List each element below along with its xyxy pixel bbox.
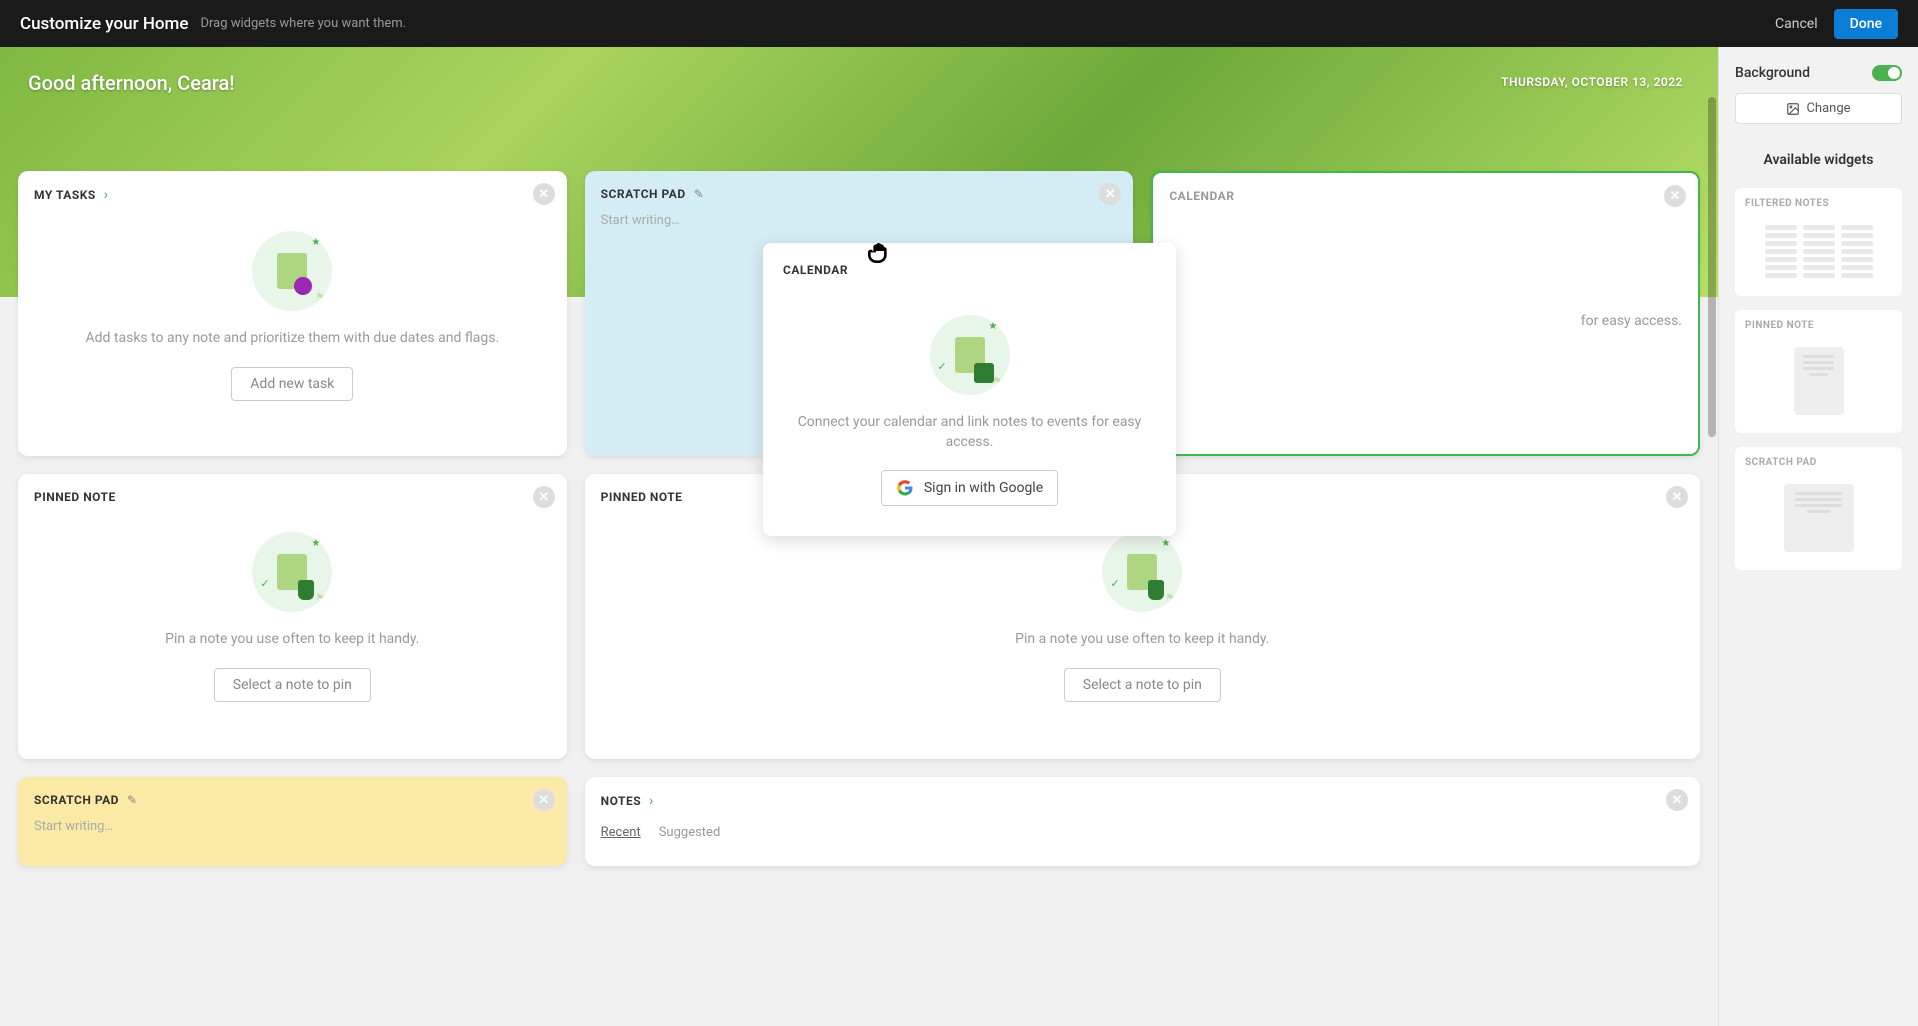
available-widget-scratch-pad[interactable]: SCRATCH PAD	[1735, 447, 1902, 570]
available-widget-pinned-note[interactable]: PINNED NOTE	[1735, 310, 1902, 433]
calendar-widget-placeholder[interactable]: CALENDAR ✕ for easy access.	[1151, 171, 1700, 456]
customize-title: Customize your Home	[20, 14, 188, 34]
content-area: Good afternoon, Ceara! THURSDAY, OCTOBER…	[0, 47, 1718, 1026]
chevron-right-icon[interactable]: ›	[649, 793, 653, 809]
widget-body: ★⚑ Add tasks to any note and prioritize …	[34, 211, 551, 411]
select-note-button[interactable]: Select a note to pin	[1064, 668, 1221, 702]
available-widgets-title: Available widgets	[1735, 152, 1902, 168]
pinned-desc: Pin a note you use often to keep it hand…	[165, 630, 419, 650]
remove-widget-button[interactable]: ✕	[1666, 486, 1688, 508]
background-toggle[interactable]	[1872, 65, 1902, 81]
pinned-illustration: ★✓⚑	[1102, 532, 1182, 612]
preview-icon	[1745, 476, 1892, 560]
widget-header: SCRATCH PAD ✎	[34, 793, 551, 807]
my-tasks-title: MY TASKS	[34, 188, 96, 202]
widget-body: ★✓⚑ Pin a note you use often to keep it …	[601, 512, 1684, 712]
add-new-task-button[interactable]: Add new task	[231, 367, 353, 401]
main-wrap: Good afternoon, Ceara! THURSDAY, OCTOBER…	[0, 47, 1918, 1026]
avail-label: SCRATCH PAD	[1745, 457, 1892, 468]
widget-body: ★✓⚑ Pin a note you use often to keep it …	[34, 512, 551, 712]
avail-label: PINNED NOTE	[1745, 320, 1892, 331]
close-icon: ✕	[1105, 187, 1116, 202]
scratch-pad-placeholder[interactable]: Start writing…	[34, 815, 551, 838]
widget-header: SCRATCH PAD ✎	[601, 187, 1118, 201]
close-icon: ✕	[1672, 793, 1683, 808]
background-label: Background	[1735, 65, 1810, 81]
preview-icon	[1745, 217, 1892, 286]
google-icon	[896, 479, 914, 497]
notes-widget[interactable]: NOTES › ✕ Recent Suggested	[585, 777, 1700, 866]
widget-header: CALENDAR	[1169, 189, 1682, 203]
topbar: Customize your Home Drag widgets where y…	[0, 0, 1918, 47]
close-icon: ✕	[1672, 490, 1683, 505]
close-icon: ✕	[1670, 189, 1681, 204]
customize-subtitle: Drag widgets where you want them.	[200, 16, 406, 31]
change-label: Change	[1806, 101, 1850, 116]
pencil-icon[interactable]: ✎	[694, 187, 704, 201]
grab-cursor-icon	[864, 235, 896, 274]
available-widget-filtered-notes[interactable]: FILTERED NOTES	[1735, 188, 1902, 296]
calendar-title: CALENDAR	[783, 263, 848, 277]
remove-widget-button[interactable]: ✕	[1666, 789, 1688, 811]
side-panel: Background Change Available widgets FILT…	[1718, 47, 1918, 1026]
close-icon: ✕	[538, 490, 549, 505]
remove-widget-button[interactable]: ✕	[533, 183, 555, 205]
pencil-icon[interactable]: ✎	[127, 793, 137, 807]
my-tasks-desc: Add tasks to any note and prioritize the…	[86, 329, 500, 349]
pinned-illustration: ★✓⚑	[252, 532, 332, 612]
pinned-desc: Pin a note you use often to keep it hand…	[1015, 630, 1269, 650]
close-icon: ✕	[538, 187, 549, 202]
calendar-desc: Connect your calendar and link notes to …	[793, 413, 1146, 452]
widget-header: PINNED NOTE	[34, 490, 551, 504]
notes-tabs: Recent Suggested	[601, 817, 1684, 850]
remove-widget-button[interactable]: ✕	[1099, 183, 1121, 205]
done-button[interactable]: Done	[1834, 9, 1898, 39]
widget-header: CALENDAR	[783, 263, 1156, 277]
image-icon	[1786, 102, 1800, 116]
widget-header: MY TASKS ›	[34, 187, 551, 203]
scratch-pad-widget-2[interactable]: SCRATCH PAD ✎ ✕ Start writing…	[18, 777, 567, 866]
scratch-pad-title: SCRATCH PAD	[601, 187, 686, 201]
pinned-note-widget[interactable]: PINNED NOTE ✕ ★✓⚑ Pin a note you use oft…	[18, 474, 567, 759]
avail-label: FILTERED NOTES	[1745, 198, 1892, 209]
widget-body: ★✓⚑ Connect your calendar and link notes…	[783, 285, 1156, 516]
preview-icon	[1745, 339, 1892, 423]
widget-header: NOTES ›	[601, 793, 1684, 809]
cancel-button[interactable]: Cancel	[1775, 16, 1818, 32]
notes-title: NOTES	[601, 794, 641, 808]
remove-widget-button[interactable]: ✕	[533, 486, 555, 508]
topbar-right: Cancel Done	[1775, 9, 1898, 39]
tab-recent[interactable]: Recent	[601, 825, 641, 840]
google-button-label: Sign in with Google	[924, 480, 1043, 496]
sign-in-google-button[interactable]: Sign in with Google	[881, 470, 1058, 506]
select-note-button[interactable]: Select a note to pin	[214, 668, 371, 702]
calendar-widget-dragging[interactable]: CALENDAR ★✓⚑ Connect your calendar and l…	[763, 243, 1176, 536]
tasks-illustration: ★⚑	[252, 231, 332, 311]
background-section: Background	[1735, 65, 1902, 81]
chevron-right-icon[interactable]: ›	[104, 187, 108, 203]
remove-widget-button[interactable]: ✕	[533, 789, 555, 811]
calendar-illustration: ★✓⚑	[930, 315, 1010, 395]
calendar-desc-tail: for easy access.	[1581, 313, 1682, 329]
pinned-note-title: PINNED NOTE	[34, 490, 116, 504]
calendar-title: CALENDAR	[1169, 189, 1234, 203]
change-background-button[interactable]: Change	[1735, 93, 1902, 124]
pinned-note-title: PINNED NOTE	[601, 490, 683, 504]
tab-suggested[interactable]: Suggested	[659, 825, 721, 840]
scratch-pad-placeholder[interactable]: Start writing…	[601, 209, 1118, 232]
topbar-left: Customize your Home Drag widgets where y…	[20, 14, 406, 34]
remove-widget-button[interactable]: ✕	[1664, 185, 1686, 207]
my-tasks-widget[interactable]: MY TASKS › ✕ ★⚑ Add tasks to any note an…	[18, 171, 567, 456]
close-icon: ✕	[538, 793, 549, 808]
scratch-pad-title: SCRATCH PAD	[34, 793, 119, 807]
